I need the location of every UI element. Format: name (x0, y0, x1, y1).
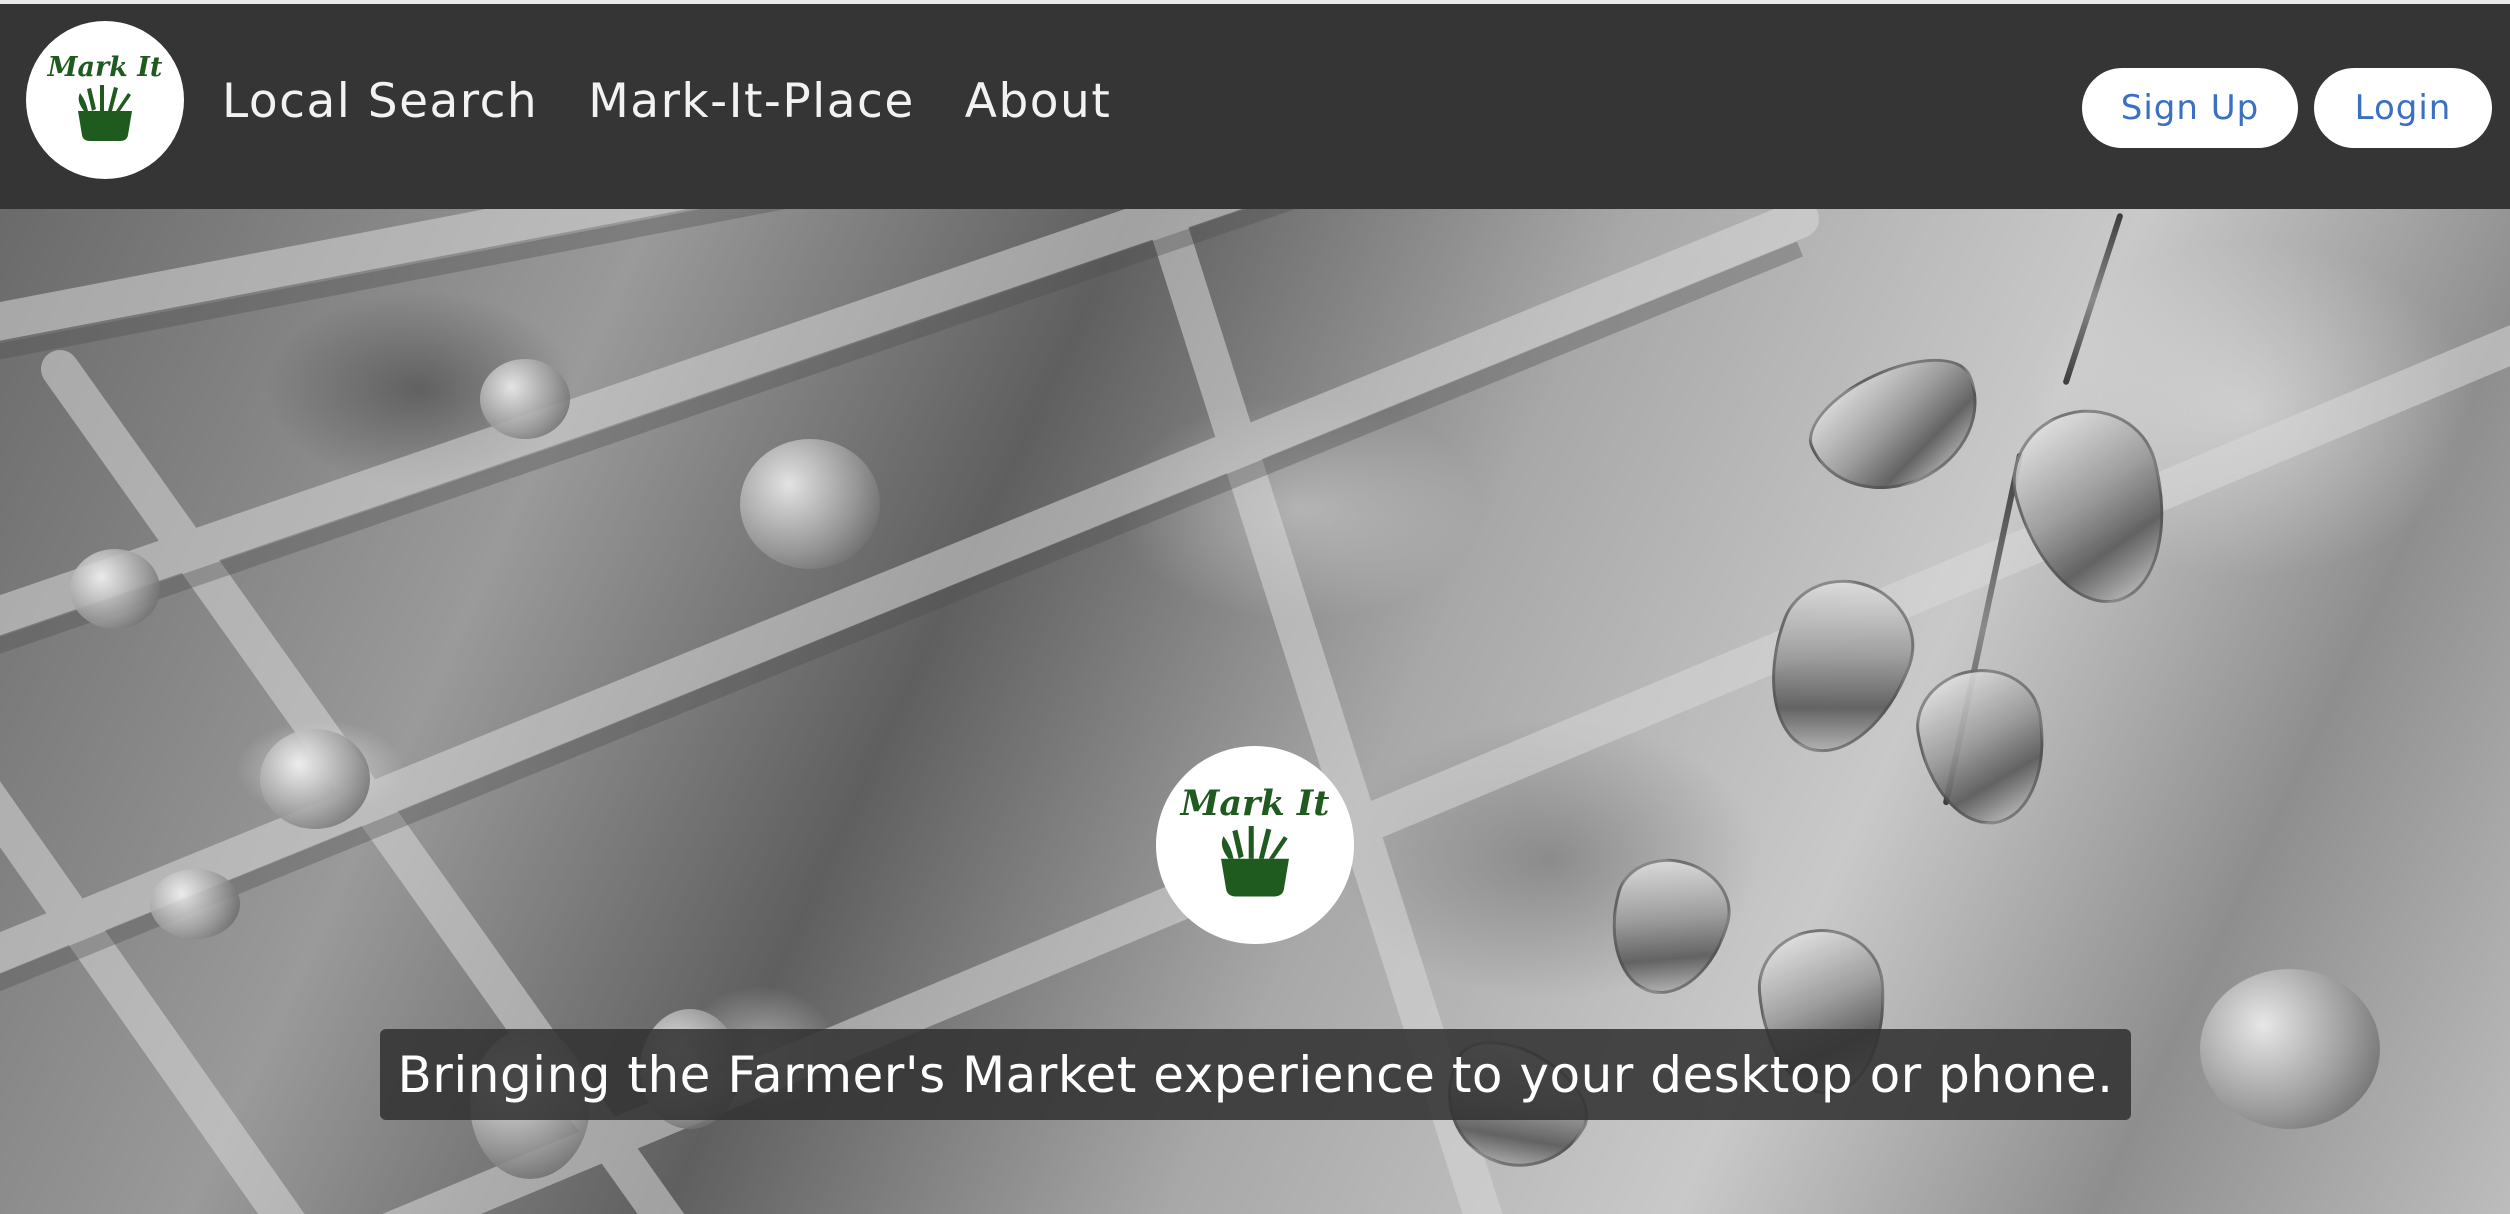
logo-wordmark: Mark It (47, 51, 163, 83)
auth-buttons: Sign Up Login (2082, 68, 2492, 148)
jewel-decoration (260, 729, 370, 829)
sign-up-button[interactable]: Sign Up (2082, 68, 2298, 148)
jewel-decoration (740, 439, 880, 569)
jewel-decoration (480, 359, 570, 439)
basket-of-vegetables-icon (1221, 825, 1289, 896)
page: Mark It Local Search Mark-It-Place About… (0, 0, 2510, 1214)
jewel-decoration (2200, 969, 2380, 1129)
nav-link-about[interactable]: About (965, 74, 1111, 129)
navbar: Mark It Local Search Mark-It-Place About… (0, 4, 2510, 209)
hero-tagline: Bringing the Farmer's Market experience … (397, 1045, 2114, 1104)
tagline-banner: Bringing the Farmer's Market experience … (380, 1029, 2131, 1120)
hero-logo-wordmark: Mark It (1180, 782, 1330, 824)
basket-of-vegetables-icon (78, 84, 132, 141)
login-button[interactable]: Login (2314, 68, 2492, 148)
nav-logo[interactable]: Mark It (26, 21, 184, 179)
jewel-decoration (150, 869, 240, 939)
nav-link-local-search[interactable]: Local Search (222, 74, 538, 129)
hero-logo: Mark It (1156, 746, 1354, 944)
nav-link-mark-it-place[interactable]: Mark-It-Place (588, 74, 915, 129)
jewel-decoration (70, 549, 160, 629)
main-nav: Local Search Mark-It-Place About (222, 74, 1111, 129)
hero-section: Mark It Bringing the Farmer's Market exp… (0, 209, 2510, 1214)
